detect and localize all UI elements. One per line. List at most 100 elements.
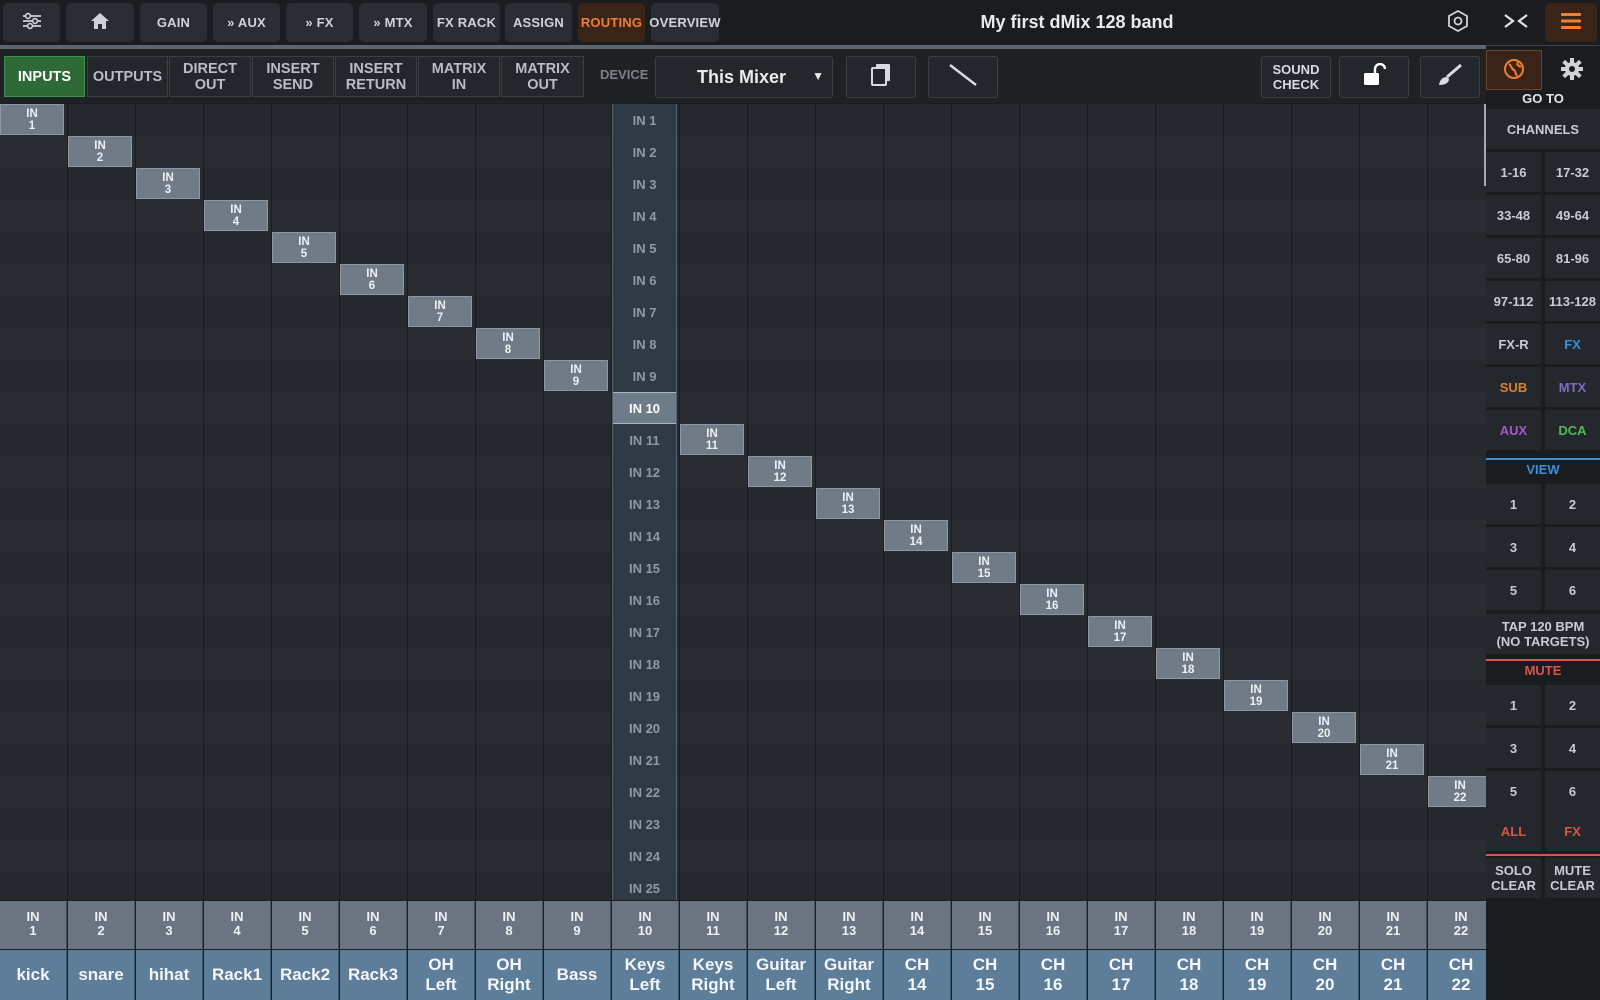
fx-rack-button[interactable]: FX RACK [433,3,500,42]
assign-button[interactable]: ASSIGN [505,3,572,42]
aux-button[interactable]: » AUX [213,3,280,42]
patch-cell[interactable]: IN 1 [0,104,64,135]
channels-button[interactable]: CHANNELS [1486,109,1600,149]
patch-cell[interactable]: IN 8 [476,328,540,359]
device-select[interactable]: This Mixer ▼ [655,56,833,98]
brush-button[interactable] [1420,56,1480,98]
view-button[interactable]: 4 [1545,527,1600,567]
channel-name[interactable]: CH 15 [952,950,1019,1000]
patch-cell[interactable]: IN 2 [68,136,132,167]
source-row[interactable]: IN 8 [613,328,676,360]
goto-range-button[interactable]: 65-80 [1486,238,1541,278]
source-row[interactable]: IN 6 [613,264,676,296]
channel-name[interactable]: CH 22 [1428,950,1495,1000]
mute-group-button[interactable]: 3 [1486,728,1541,768]
channel-number[interactable]: IN 11 [680,901,747,949]
patch-cell[interactable]: IN 20 [1292,712,1356,743]
tab-insert-send[interactable]: INSERT SEND [252,56,334,97]
patch-cell[interactable]: IN 3 [136,168,200,199]
channel-number[interactable]: IN 5 [272,901,339,949]
source-row[interactable]: IN 10 [613,392,676,424]
channel-number[interactable]: IN 15 [952,901,1019,949]
channel-name[interactable]: kick [0,950,67,1000]
source-row[interactable]: IN 2 [613,136,676,168]
routing-button[interactable]: ROUTING [578,3,645,42]
goto-range-button[interactable]: 113-128 [1545,281,1600,321]
patch-cell[interactable]: IN 4 [204,200,268,231]
mixer-settings-button[interactable] [3,3,60,42]
patch-cell[interactable]: IN 5 [272,232,336,263]
source-row[interactable]: IN 16 [613,584,676,616]
channel-name[interactable]: Rack1 [204,950,271,1000]
tap-tempo-button[interactable]: TAP 120 BPM (NO TARGETS) [1486,614,1600,654]
channel-number[interactable]: IN 4 [204,901,271,949]
channel-name[interactable]: Keys Left [612,950,679,1000]
channel-number[interactable]: IN 17 [1088,901,1155,949]
diagonal-button[interactable] [928,56,998,98]
patch-cell[interactable]: IN 11 [680,424,744,455]
channel-number[interactable]: IN 14 [884,901,951,949]
source-row[interactable]: IN 19 [613,680,676,712]
tab-insert-return[interactable]: INSERT RETURN [335,56,417,97]
channel-number[interactable]: IN 18 [1156,901,1223,949]
channel-name[interactable]: OH Right [476,950,543,1000]
channel-name[interactable]: CH 19 [1224,950,1291,1000]
goto-group-button[interactable]: FX-R [1486,324,1541,364]
channel-name[interactable]: CH 21 [1360,950,1427,1000]
source-row[interactable]: IN 25 [613,872,676,900]
channel-number[interactable]: IN 22 [1428,901,1495,949]
patch-cell[interactable]: IN 7 [408,296,472,327]
patch-cell[interactable]: IN 17 [1088,616,1152,647]
channel-name[interactable]: CH 16 [1020,950,1087,1000]
goto-group-button[interactable]: FX [1545,324,1600,364]
source-row[interactable]: IN 15 [613,552,676,584]
scene-button[interactable] [1436,3,1480,42]
view-button[interactable]: 1 [1486,484,1541,524]
goto-range-button[interactable]: 17-32 [1545,152,1600,192]
patch-cell[interactable]: IN 19 [1224,680,1288,711]
overview-button[interactable]: OVERVIEW [649,3,721,42]
menu-button[interactable] [1545,3,1597,42]
source-row[interactable]: IN 20 [613,712,676,744]
tab-matrix-in[interactable]: MATRIX IN [418,56,500,97]
channel-number[interactable]: IN 8 [476,901,543,949]
source-row[interactable]: IN 7 [613,296,676,328]
channel-number[interactable]: IN 20 [1292,901,1359,949]
channel-name[interactable]: Rack2 [272,950,339,1000]
mute-group-button[interactable]: 5 [1486,771,1541,811]
mute-fx-button[interactable]: FX [1545,811,1600,851]
channel-name[interactable]: CH 20 [1292,950,1359,1000]
channel-number[interactable]: IN 9 [544,901,611,949]
tab-direct-out[interactable]: DIRECT OUT [169,56,251,97]
source-row[interactable]: IN 23 [613,808,676,840]
patch-cell[interactable]: IN 22 [1428,776,1486,807]
source-row[interactable]: IN 18 [613,648,676,680]
view-button[interactable]: 6 [1545,570,1600,610]
source-row[interactable]: IN 1 [613,104,676,136]
goto-range-button[interactable]: 97-112 [1486,281,1541,321]
channel-name[interactable]: CH 17 [1088,950,1155,1000]
source-row[interactable]: IN 13 [613,488,676,520]
tab-matrix-out[interactable]: MATRIX OUT [501,56,584,97]
source-row[interactable]: IN 3 [613,168,676,200]
settings-button[interactable] [1544,50,1600,90]
patch-cell[interactable]: IN 9 [544,360,608,391]
goto-group-button[interactable]: AUX [1486,410,1541,450]
channel-number[interactable]: IN 21 [1360,901,1427,949]
channel-name[interactable]: CH 18 [1156,950,1223,1000]
goto-group-button[interactable]: MTX [1545,367,1600,407]
channel-number[interactable]: IN 2 [68,901,135,949]
channel-name[interactable]: Guitar Right [816,950,883,1000]
sound-check-button[interactable]: SOUND CHECK [1261,56,1331,98]
source-row[interactable]: IN 21 [613,744,676,776]
copy-button[interactable] [846,56,916,98]
home-button[interactable] [66,3,134,42]
source-row[interactable]: IN 14 [613,520,676,552]
lock-button[interactable] [1339,56,1409,98]
mute-group-button[interactable]: 1 [1486,685,1541,725]
goto-range-button[interactable]: 49-64 [1545,195,1600,235]
goto-range-button[interactable]: 33-48 [1486,195,1541,235]
mute-group-button[interactable]: 4 [1545,728,1600,768]
channel-name[interactable]: OH Left [408,950,475,1000]
goto-range-button[interactable]: 1-16 [1486,152,1541,192]
